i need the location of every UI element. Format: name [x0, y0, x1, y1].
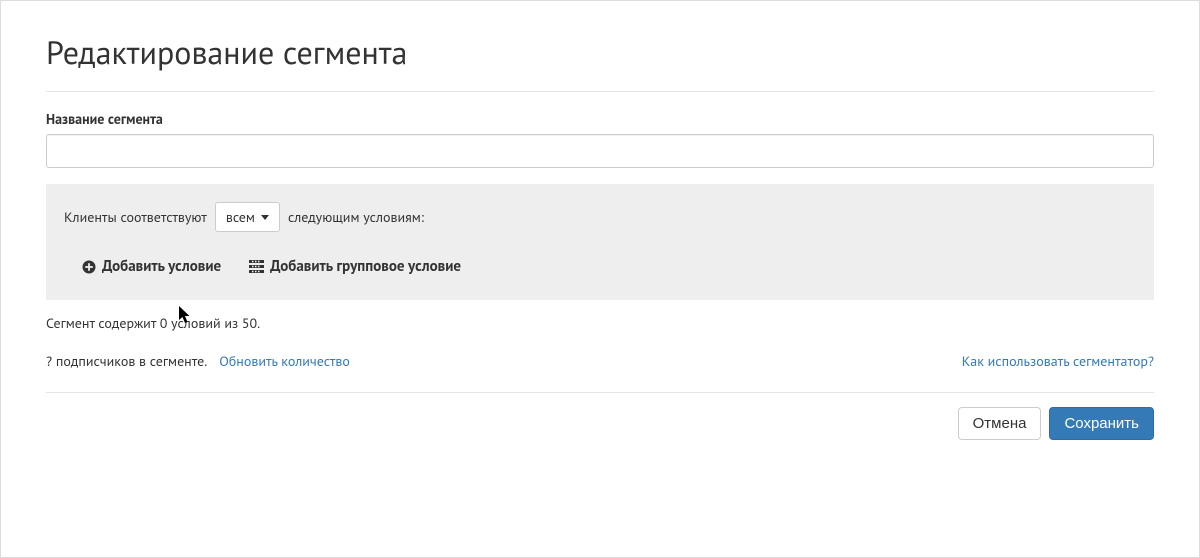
- conditions-suffix-text: следующим условиям:: [288, 208, 424, 226]
- conditions-mode-value: всем: [226, 208, 255, 226]
- add-group-condition-label: Добавить групповое условие: [270, 257, 461, 276]
- save-button[interactable]: Сохранить: [1049, 407, 1154, 440]
- segment-name-label: Название сегмента: [46, 110, 1154, 128]
- add-group-condition-button[interactable]: Добавить групповое условие: [249, 257, 461, 276]
- footer-divider: [46, 392, 1154, 393]
- conditions-panel: Клиенты соответствуют всем следующим усл…: [46, 184, 1154, 300]
- segment-name-input[interactable]: [46, 134, 1154, 168]
- subscribers-count-text: ? подписчиков в сегменте.: [46, 352, 207, 370]
- refresh-count-link[interactable]: Обновить количество: [219, 352, 350, 370]
- conditions-prefix-text: Клиенты соответствуют: [64, 208, 207, 226]
- add-condition-label: Добавить условие: [102, 257, 221, 276]
- help-link[interactable]: Как использовать сегментатор?: [962, 352, 1154, 370]
- group-icon: [249, 260, 264, 273]
- divider: [46, 91, 1154, 92]
- conditions-mode-select[interactable]: всем: [215, 202, 280, 232]
- conditions-count-text: Сегмент содержит 0 условий из 50.: [46, 314, 1154, 332]
- page-title: Редактирование сегмента: [46, 31, 1154, 73]
- plus-circle-icon: [82, 260, 96, 274]
- cancel-button[interactable]: Отмена: [958, 407, 1042, 440]
- caret-down-icon: [261, 215, 269, 220]
- add-condition-button[interactable]: Добавить условие: [82, 257, 221, 276]
